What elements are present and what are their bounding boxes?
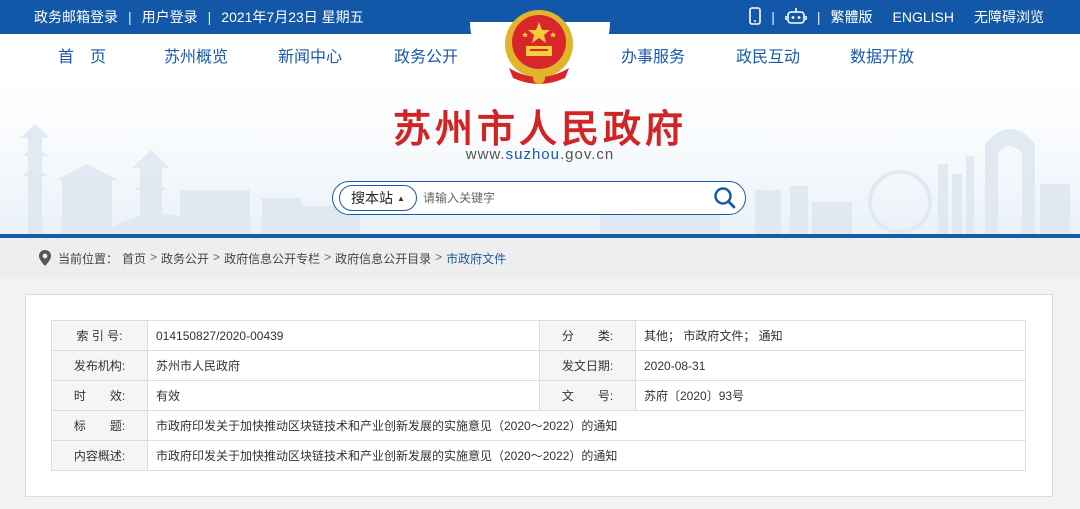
breadcrumb-item-gov-affairs[interactable]: 政务公开 xyxy=(161,250,209,267)
separator: | xyxy=(128,9,132,25)
meta-value-category: 其他； 市政府文件； 通知 xyxy=(635,320,1026,351)
separator: | xyxy=(207,9,212,25)
caret-up-icon: ▲ xyxy=(397,193,405,203)
meta-label-issue-date: 发文日期: xyxy=(539,350,636,381)
national-emblem-icon xyxy=(505,10,573,84)
user-login-link[interactable]: 用户登录 xyxy=(142,7,198,27)
nav-news[interactable]: 新闻中心 xyxy=(278,34,342,82)
site-header: 苏州市人民政府 www.suzhou.gov.cn 搜本站 ▲ xyxy=(0,82,1080,234)
nav-overview[interactable]: 苏州概览 xyxy=(164,34,228,82)
accessible-link[interactable]: 无障碍浏览 xyxy=(974,7,1044,27)
meta-value-publisher: 苏州市人民政府 xyxy=(147,350,540,381)
traditional-chinese-link[interactable]: 繁體版 xyxy=(831,7,873,27)
meta-value-doc-number: 苏府〔2020〕93号 xyxy=(635,380,1026,411)
breadcrumb-arrow: > xyxy=(324,250,332,264)
search-icon[interactable] xyxy=(713,186,737,210)
breadcrumb-item-current[interactable]: 市政府文件 xyxy=(446,250,506,267)
table-row: 索 引 号: 014150827/2020-00439 分 类: 其他； 市政府… xyxy=(51,320,1026,351)
nav-services[interactable]: 办事服务 xyxy=(621,34,685,82)
nav-open-data[interactable]: 数据开放 xyxy=(850,34,914,82)
breadcrumb-label: 当前位置： xyxy=(58,252,119,266)
english-link[interactable]: ENGLISH xyxy=(893,9,954,25)
meta-label-doc-number: 文 号: xyxy=(539,380,636,411)
document-meta-table: 索 引 号: 014150827/2020-00439 分 类: 其他； 市政府… xyxy=(51,320,1026,471)
breadcrumb-arrow: > xyxy=(213,250,221,264)
meta-value-validity: 有效 xyxy=(147,380,540,411)
meta-label-category: 分 类: xyxy=(539,320,636,351)
breadcrumb-item-info-catalog[interactable]: 政府信息公开目录 xyxy=(335,250,431,267)
nav-gov-affairs[interactable]: 政务公开 xyxy=(394,34,458,82)
meta-value-index: 014150827/2020-00439 xyxy=(147,320,540,351)
table-row: 标 题: 市政府印发关于加快推动区块链技术和产业创新发展的实施意见（2020～2… xyxy=(51,410,1026,441)
mobile-icon[interactable] xyxy=(749,6,762,28)
breadcrumb: 当前位置： 首页 > 政务公开 > 政府信息公开专栏 > 政府信息公开目录 > … xyxy=(0,238,1080,278)
breadcrumb-item-home[interactable]: 首页 xyxy=(122,250,146,267)
top-bar-right: | | 繁體版 ENGLISH 无障碍浏览 xyxy=(749,0,1044,34)
url-prefix: www. xyxy=(465,146,506,163)
url-domain-highlight: suzhou xyxy=(505,146,560,163)
nav-home[interactable]: 首 页 xyxy=(58,34,106,82)
search-box: 搜本站 ▲ xyxy=(332,181,746,215)
mail-login-link[interactable]: 政务邮箱登录 xyxy=(34,7,118,27)
table-row: 发布机构: 苏州市人民政府 发文日期: 2020-08-31 xyxy=(51,350,1026,381)
breadcrumb-trail: 首页 > 政务公开 > 政府信息公开专栏 > 政府信息公开目录 > 市政府文件 xyxy=(122,250,506,267)
search-input[interactable] xyxy=(423,187,703,209)
breadcrumb-arrow: > xyxy=(150,250,158,264)
meta-label-validity: 时 效: xyxy=(51,380,148,411)
search-scope-label: 搜本站 xyxy=(351,190,394,206)
breadcrumb-item-info-column[interactable]: 政府信息公开专栏 xyxy=(224,250,320,267)
table-row: 内容概述: 市政府印发关于加快推动区块链技术和产业创新发展的实施意见（2020～… xyxy=(51,440,1026,471)
robot-icon[interactable] xyxy=(785,7,807,28)
search-scope-select[interactable]: 搜本站 ▲ xyxy=(339,185,417,211)
meta-value-title: 市政府印发关于加快推动区块链技术和产业创新发展的实施意见（2020～2022）的… xyxy=(147,410,1026,441)
meta-label-index: 索 引 号: xyxy=(51,320,148,351)
location-pin-icon xyxy=(39,250,51,266)
site-title: 苏州市人民政府 xyxy=(392,109,687,151)
breadcrumb-arrow: > xyxy=(435,250,443,264)
meta-label-title: 标 题: xyxy=(51,410,148,441)
site-url: www.suzhou.gov.cn xyxy=(0,146,1080,163)
table-row: 时 效: 有效 文 号: 苏府〔2020〕93号 xyxy=(51,380,1026,411)
nav-interaction[interactable]: 政民互动 xyxy=(736,34,800,82)
meta-label-summary: 内容概述: xyxy=(51,440,148,471)
top-bar-left: 政务邮箱登录 | 用户登录 | 2021年7月23日 星期五 xyxy=(34,0,364,34)
current-date: 2021年7月23日 星期五 xyxy=(221,9,364,25)
meta-value-issue-date: 2020-08-31 xyxy=(635,350,1026,381)
separator: | xyxy=(771,9,775,25)
meta-value-summary: 市政府印发关于加快推动区块链技术和产业创新发展的实施意见（2020～2022）的… xyxy=(147,440,1026,471)
meta-label-publisher: 发布机构: xyxy=(51,350,148,381)
separator: | xyxy=(816,9,821,25)
url-suffix: .gov.cn xyxy=(559,146,615,163)
